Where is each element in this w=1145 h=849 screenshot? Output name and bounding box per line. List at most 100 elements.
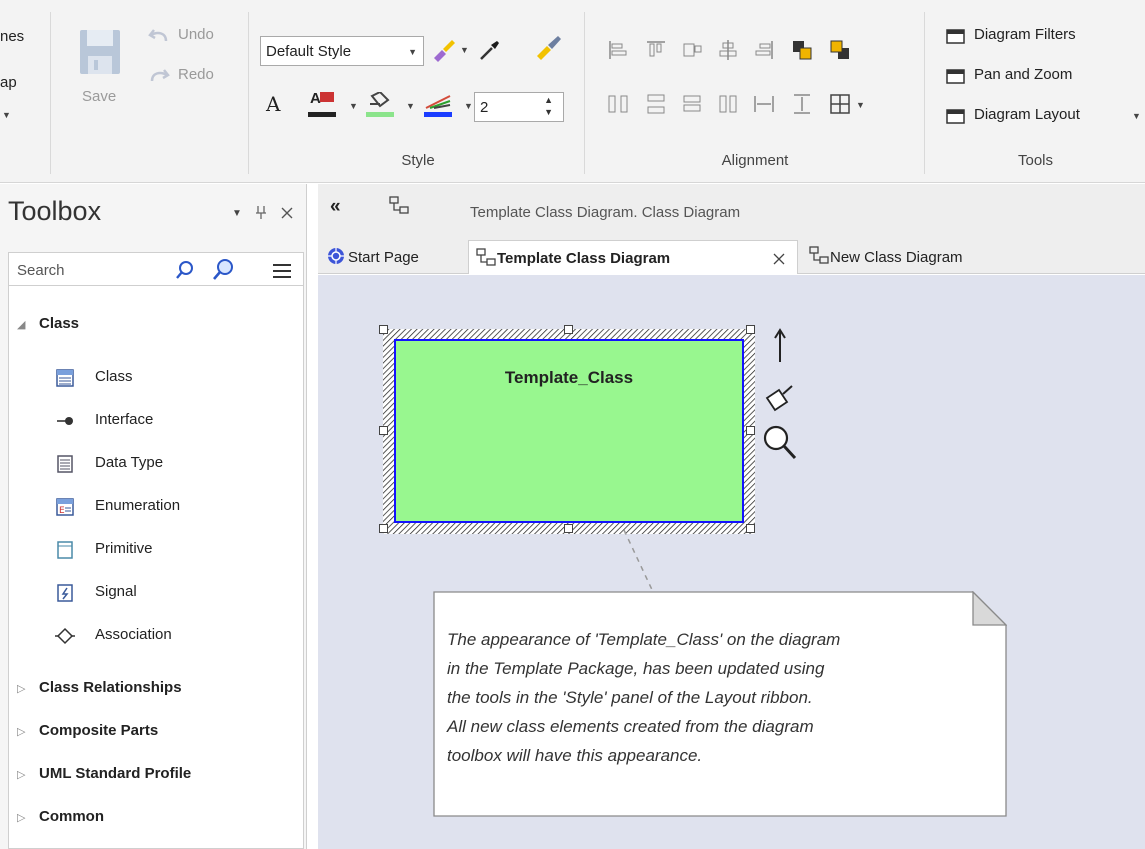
font-color-swatch [308, 112, 336, 117]
hamburger-menu-icon[interactable] [271, 261, 293, 281]
chevron-down-icon: ▼ [1132, 111, 1141, 121]
resize-handle-bottom-right[interactable] [746, 524, 755, 533]
note-connector-line [623, 529, 655, 595]
toolbox-item-association[interactable]: Association [55, 623, 295, 649]
search-icon[interactable] [175, 260, 195, 280]
resize-handle-top-right[interactable] [746, 325, 755, 334]
save-button[interactable]: Save [72, 24, 128, 114]
ribbon-partial-item-1[interactable]: nes [0, 28, 24, 45]
tab-start-page[interactable]: Start Page [324, 240, 466, 274]
align-right-icon[interactable] [752, 38, 776, 62]
group-divider [584, 12, 585, 174]
undo-button[interactable]: Undo [148, 26, 238, 50]
redo-label: Redo [178, 66, 214, 83]
collapse-panel-icon[interactable]: « [330, 196, 341, 218]
tab-new-class-diagram[interactable]: New Class Diagram [808, 240, 1048, 274]
font-color-picker[interactable]: A [308, 90, 344, 122]
distribute-vertical-icon[interactable] [790, 92, 814, 116]
pin-icon[interactable] [254, 204, 268, 220]
diagram-layout-button[interactable]: Diagram Layout ▼ [946, 106, 1145, 130]
resize-handle-bottom-left[interactable] [379, 524, 388, 533]
align-top-icon[interactable] [644, 38, 668, 62]
class-diagram-icon [476, 248, 496, 266]
line-width-spinner[interactable]: 2 ▲ ▼ [474, 92, 564, 122]
signal-icon [57, 584, 73, 602]
ribbon-partial-item-2[interactable]: ap [0, 74, 17, 91]
align-left-icon[interactable] [606, 38, 630, 62]
collapsed-triangle-icon: ▷ [17, 683, 26, 695]
diagram-layout-label: Diagram Layout [974, 106, 1080, 123]
note-element[interactable]: The appearance of 'Template_Class' on th… [433, 591, 1007, 817]
toolbox-item-enumeration[interactable]: E Enumeration [55, 494, 295, 520]
category-common[interactable]: ▷ Common [17, 806, 297, 832]
toolbox-item-signal[interactable]: Signal [55, 580, 295, 606]
align-center-horizontal-icon[interactable] [680, 38, 704, 62]
association-icon [55, 627, 75, 645]
paintbrush-style-icon[interactable] [430, 38, 456, 64]
send-to-back-icon[interactable] [828, 38, 852, 62]
distribute-horizontal-icon[interactable] [752, 92, 776, 116]
toolbox-item-class[interactable]: Class [55, 365, 295, 391]
diagram-filters-label: Diagram Filters [974, 26, 1076, 43]
fill-color-picker[interactable] [366, 92, 402, 122]
pan-and-zoom-button[interactable]: Pan and Zoom [946, 66, 1136, 90]
chevron-down-icon: ▼ [408, 47, 417, 57]
same-width-icon[interactable] [680, 92, 704, 116]
toolbox-title: Toolbox [8, 196, 102, 226]
spinner-arrows-icon: ▲ ▼ [544, 95, 553, 117]
fill-bucket-icon [370, 92, 390, 108]
toolbox-item-primitive[interactable]: Primitive [55, 537, 295, 563]
space-horizontal-icon[interactable] [606, 92, 630, 116]
undo-label: Undo [178, 26, 214, 43]
align-center-vertical-icon[interactable] [716, 38, 740, 62]
resize-handle-right[interactable] [746, 426, 755, 435]
eyedropper-icon[interactable] [478, 38, 502, 62]
close-icon[interactable] [280, 206, 294, 220]
bring-to-front-icon[interactable] [790, 38, 814, 62]
ribbon: nes ap ▼ Save Undo Redo Default Style ▼ [0, 0, 1145, 183]
category-class[interactable]: ◢ Class [17, 313, 297, 339]
toolbox-item-label: Interface [95, 411, 154, 428]
group-divider [50, 12, 51, 174]
chevron-down-icon[interactable]: ▼ [2, 110, 11, 120]
toolbox-search-box [8, 252, 304, 286]
zoom-icon[interactable] [762, 424, 798, 462]
toolbox-item-label: Class [95, 368, 133, 385]
toolbox-item-data-type[interactable]: Data Type [55, 451, 295, 477]
quick-linker-arrow-icon[interactable] [772, 328, 788, 364]
interface-icon [57, 417, 73, 425]
resize-handle-left[interactable] [379, 426, 388, 435]
chevron-down-icon[interactable]: ▼ [349, 101, 358, 111]
format-painter-icon[interactable] [534, 34, 562, 62]
template-class-element[interactable]: Template_Class [394, 339, 744, 523]
redo-button[interactable]: Redo [148, 66, 238, 90]
paint-brush-icon[interactable] [764, 384, 794, 412]
tab-label: Template Class Diagram [497, 250, 671, 267]
search-input[interactable] [15, 259, 155, 281]
close-icon[interactable] [773, 253, 785, 265]
same-height-icon[interactable] [716, 92, 740, 116]
chevron-down-icon[interactable]: ▼ [464, 101, 473, 111]
font-color-button[interactable]: A [262, 92, 292, 122]
chevron-down-icon[interactable]: ▼ [856, 100, 865, 110]
note-text: The appearance of 'Template_Class' on th… [447, 625, 987, 770]
toolbox-menu-chevron-icon[interactable]: ▼ [232, 208, 242, 219]
resize-handle-bottom[interactable] [564, 524, 573, 533]
grid-icon[interactable] [828, 92, 852, 116]
window-icon [946, 29, 965, 44]
category-composite-parts[interactable]: ▷ Composite Parts [17, 720, 297, 746]
tab-template-class-diagram[interactable]: Template Class Diagram [468, 240, 798, 274]
find-icon[interactable] [211, 258, 235, 282]
line-color-picker[interactable] [424, 92, 460, 122]
chevron-down-icon[interactable]: ▼ [406, 101, 415, 111]
category-class-relationships[interactable]: ▷ Class Relationships [17, 677, 297, 703]
space-vertical-icon[interactable] [644, 92, 668, 116]
category-uml-standard-profile[interactable]: ▷ UML Standard Profile [17, 763, 297, 789]
diagram-filters-button[interactable]: Diagram Filters [946, 26, 1136, 50]
resize-handle-top-left[interactable] [379, 325, 388, 334]
resize-handle-top[interactable] [564, 325, 573, 334]
toolbox-item-interface[interactable]: Interface [55, 408, 295, 434]
undo-icon [148, 29, 168, 42]
chevron-down-icon[interactable]: ▼ [460, 45, 469, 55]
style-combo[interactable]: Default Style ▼ [260, 36, 424, 66]
